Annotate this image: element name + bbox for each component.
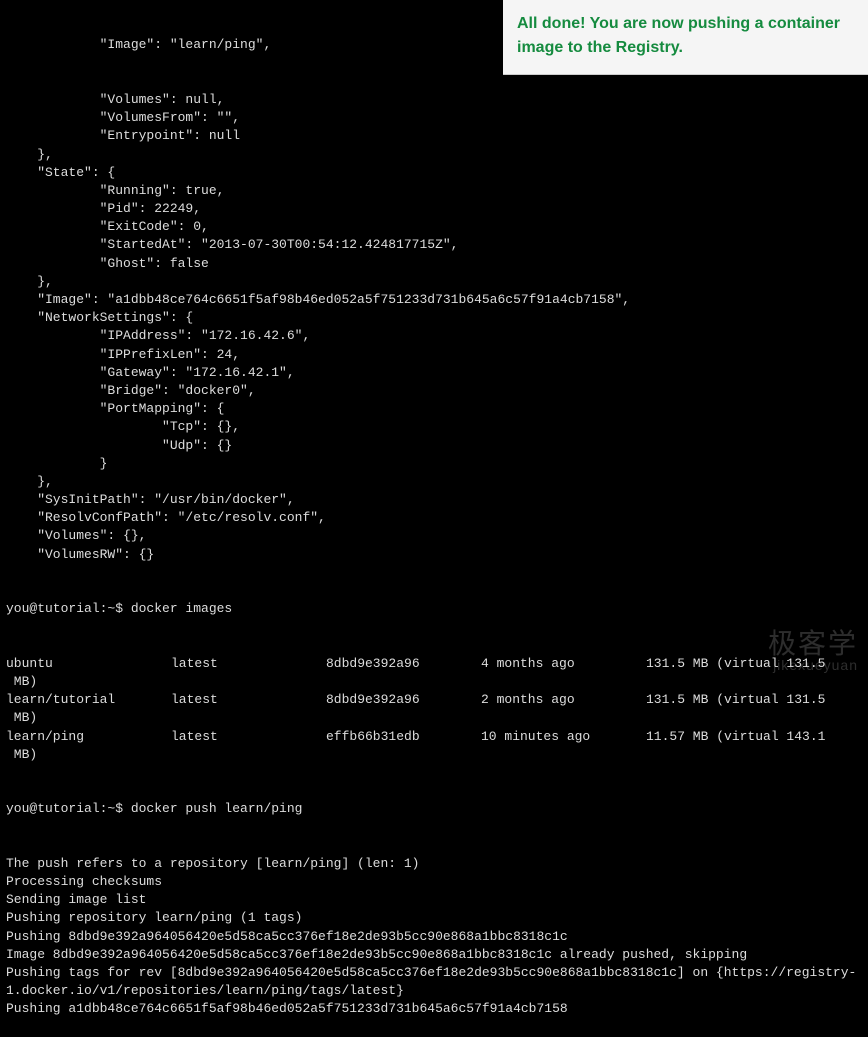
json-line: } — [6, 455, 862, 473]
json-line: "IPPrefixLen": 24, — [6, 346, 862, 364]
table-row: MB) — [6, 746, 862, 764]
cell-id — [326, 746, 481, 764]
terminal-output: "Image": "learn/ping", "Volumes": null, … — [0, 0, 868, 1037]
cell-repo: ubuntu — [6, 655, 171, 673]
cell-tag — [171, 673, 326, 691]
json-line: "Ghost": false — [6, 255, 862, 273]
cell-id — [326, 673, 481, 691]
json-line: }, — [6, 473, 862, 491]
cell-created — [481, 709, 646, 727]
table-row: MB) — [6, 673, 862, 691]
json-line: "Bridge": "docker0", — [6, 382, 862, 400]
cell-size — [646, 673, 862, 691]
cell-tag — [171, 709, 326, 727]
json-line: }, — [6, 273, 862, 291]
prompt-docker-images: you@tutorial:~$ docker images — [6, 600, 862, 618]
notification-text: All done! You are now pushing a containe… — [517, 15, 840, 56]
json-line: "Image": "a1dbb48ce764c6651f5af98b46ed05… — [6, 291, 862, 309]
json-line: }, — [6, 146, 862, 164]
cell-repo: learn/tutorial — [6, 691, 171, 709]
push-line: Pushing a1dbb48ce764c6651f5af98b46ed052a… — [6, 1000, 862, 1018]
json-line: "NetworkSettings": { — [6, 309, 862, 327]
cell-size: 131.5 MB (virtual 131.5 — [646, 655, 862, 673]
json-line: "VolumesRW": {} — [6, 546, 862, 564]
json-line: "StartedAt": "2013-07-30T00:54:12.424817… — [6, 236, 862, 254]
cell-id: 8dbd9e392a96 — [326, 655, 481, 673]
cell-created: 10 minutes ago — [481, 728, 646, 746]
cell-size — [646, 709, 862, 727]
json-line: "Tcp": {}, — [6, 418, 862, 436]
push-line: Image 8dbd9e392a964056420e5d58ca5cc376ef… — [6, 946, 862, 964]
cell-size: 11.57 MB (virtual 143.1 — [646, 728, 862, 746]
json-line: "IPAddress": "172.16.42.6", — [6, 327, 862, 345]
push-line: Sending image list — [6, 891, 862, 909]
cell-created: 2 months ago — [481, 691, 646, 709]
table-row: ubuntulatest8dbd9e392a964 months ago131.… — [6, 655, 862, 673]
cell-tag: latest — [171, 655, 326, 673]
push-line: The push refers to a repository [learn/p… — [6, 855, 862, 873]
cell-id: effb66b31edb — [326, 728, 481, 746]
json-line: "State": { — [6, 164, 862, 182]
cell-created: 4 months ago — [481, 655, 646, 673]
cell-size — [646, 746, 862, 764]
cell-tag: latest — [171, 691, 326, 709]
table-row: learn/pinglatesteffb66b31edb10 minutes a… — [6, 728, 862, 746]
json-line: "Pid": 22249, — [6, 200, 862, 218]
json-line: "Entrypoint": null — [6, 127, 862, 145]
cell-tag — [171, 746, 326, 764]
cell-id — [326, 709, 481, 727]
cell-created — [481, 746, 646, 764]
cell-tag: latest — [171, 728, 326, 746]
table-row: learn/tutoriallatest8dbd9e392a962 months… — [6, 691, 862, 709]
json-line: "Udp": {} — [6, 437, 862, 455]
json-line: "PortMapping": { — [6, 400, 862, 418]
cell-repo: MB) — [6, 673, 171, 691]
json-line: "VolumesFrom": "", — [6, 109, 862, 127]
json-line: "Running": true, — [6, 182, 862, 200]
success-notification: All done! You are now pushing a containe… — [503, 0, 868, 75]
push-line: Processing checksums — [6, 873, 862, 891]
push-line: Pushing tags for rev [8dbd9e392a96405642… — [6, 964, 862, 1000]
cell-size: 131.5 MB (virtual 131.5 — [646, 691, 862, 709]
json-line: "Volumes": null, — [6, 91, 862, 109]
cell-id: 8dbd9e392a96 — [326, 691, 481, 709]
prompt-docker-push: you@tutorial:~$ docker push learn/ping — [6, 800, 862, 818]
json-line: "SysInitPath": "/usr/bin/docker", — [6, 491, 862, 509]
json-line: "ResolvConfPath": "/etc/resolv.conf", — [6, 509, 862, 527]
cell-repo: MB) — [6, 709, 171, 727]
json-line: "Gateway": "172.16.42.1", — [6, 364, 862, 382]
cell-created — [481, 673, 646, 691]
table-row: MB) — [6, 709, 862, 727]
cell-repo: learn/ping — [6, 728, 171, 746]
json-line: "Volumes": {}, — [6, 527, 862, 545]
push-line: Pushing 8dbd9e392a964056420e5d58ca5cc376… — [6, 928, 862, 946]
cell-repo: MB) — [6, 746, 171, 764]
push-line: Pushing repository learn/ping (1 tags) — [6, 909, 862, 927]
json-line: "ExitCode": 0, — [6, 218, 862, 236]
